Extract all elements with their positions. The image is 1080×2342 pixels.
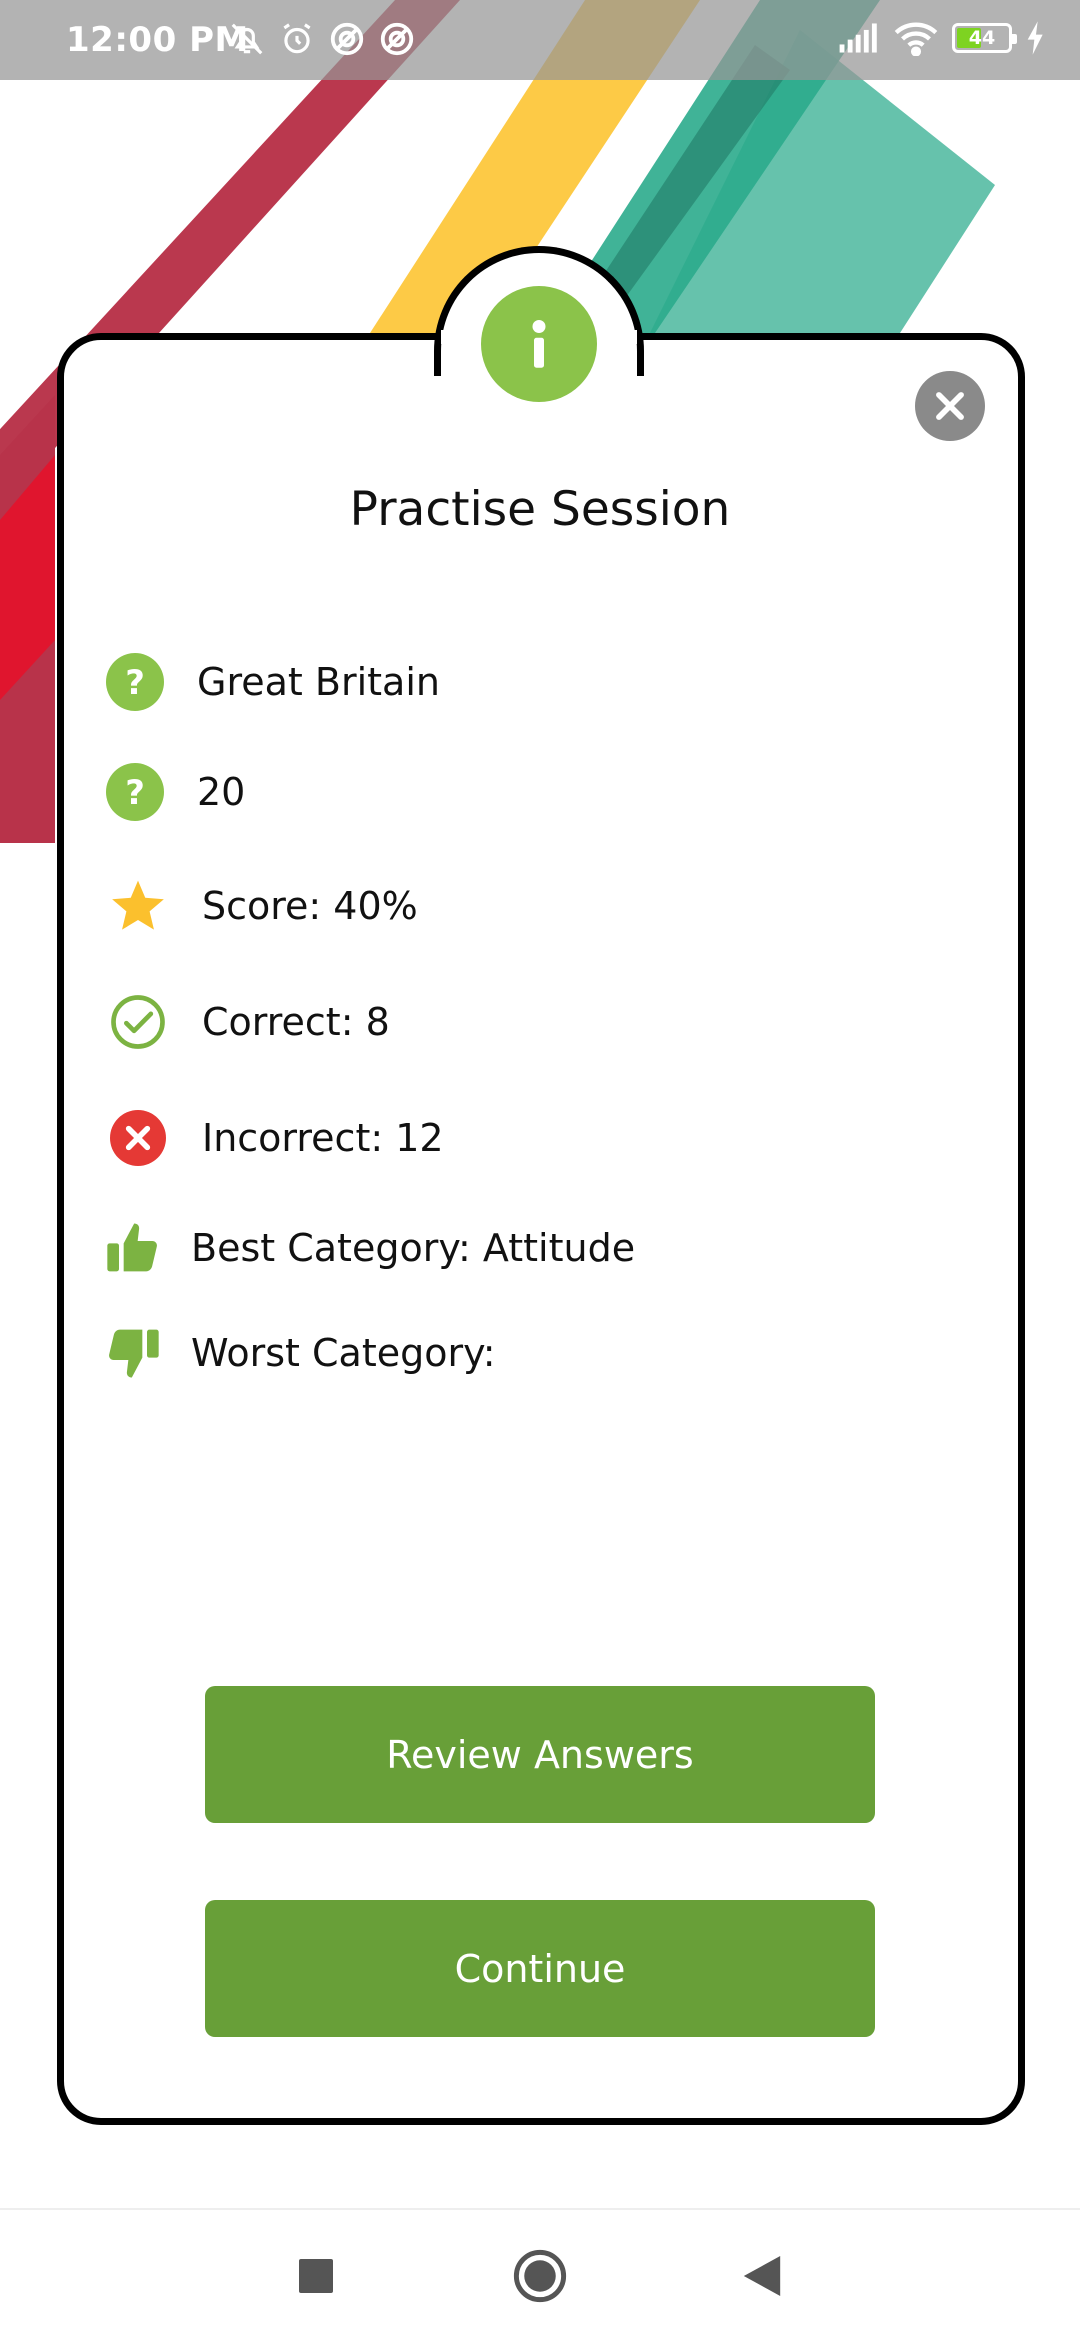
thumbs-up-icon <box>103 1218 163 1278</box>
review-answers-button[interactable]: Review Answers <box>205 1686 875 1823</box>
close-button[interactable] <box>915 371 985 441</box>
system-nav-bar <box>0 2208 1080 2342</box>
dialog-title: Practise Session <box>349 482 731 537</box>
data-saver-icon <box>330 22 364 56</box>
row-text: 20 <box>197 770 246 814</box>
info-row-best-category: Best Category: Attitude <box>103 1218 635 1278</box>
back-button[interactable] <box>702 2210 822 2342</box>
info-row-worst-category: Worst Category: <box>103 1323 496 1383</box>
battery-icon: 44 <box>952 23 1017 53</box>
status-icons-left <box>228 20 416 58</box>
star-icon <box>108 876 168 936</box>
recents-square-icon <box>299 2259 333 2293</box>
row-text: Worst Category: <box>191 1331 496 1375</box>
row-text: Score: 40% <box>202 884 418 928</box>
charging-icon <box>1027 21 1043 55</box>
svg-text:?: ? <box>125 773 145 812</box>
info-row-country: ? Great Britain <box>105 652 440 712</box>
info-row-question-count: ? 20 <box>105 762 245 822</box>
info-icon <box>481 286 597 402</box>
recents-button[interactable] <box>256 2210 376 2342</box>
info-row-score: Score: 40% <box>108 876 418 936</box>
thumbs-down-icon <box>103 1323 163 1383</box>
svg-text:?: ? <box>125 663 145 702</box>
status-bar: 12:00 PM 44 <box>0 0 1080 80</box>
question-icon: ? <box>105 762 165 822</box>
close-icon <box>936 392 964 420</box>
signal-icon <box>839 23 877 53</box>
continue-button[interactable]: Continue <box>205 1900 875 2037</box>
status-time: 12:00 PM <box>66 20 249 60</box>
question-icon: ? <box>105 652 165 712</box>
home-button[interactable] <box>480 2210 600 2342</box>
check-circle-icon <box>108 992 168 1052</box>
back-triangle-icon <box>743 2256 781 2296</box>
home-circle-icon <box>513 2249 567 2303</box>
info-row-incorrect: Incorrect: 12 <box>108 1108 444 1168</box>
battery-level: 44 <box>968 27 996 49</box>
row-text: Correct: 8 <box>202 1000 390 1044</box>
alarm-icon <box>283 23 311 54</box>
row-text: Best Category: Attitude <box>191 1226 636 1270</box>
x-circle-icon <box>108 1108 168 1168</box>
notifications-off-icon <box>231 23 263 55</box>
row-text: Incorrect: 12 <box>202 1116 444 1160</box>
info-row-correct: Correct: 8 <box>108 992 390 1052</box>
data-saver-icon <box>380 22 414 56</box>
status-icons-right: 44 <box>838 20 1046 56</box>
wifi-icon <box>894 22 938 56</box>
row-text: Great Britain <box>197 660 440 704</box>
